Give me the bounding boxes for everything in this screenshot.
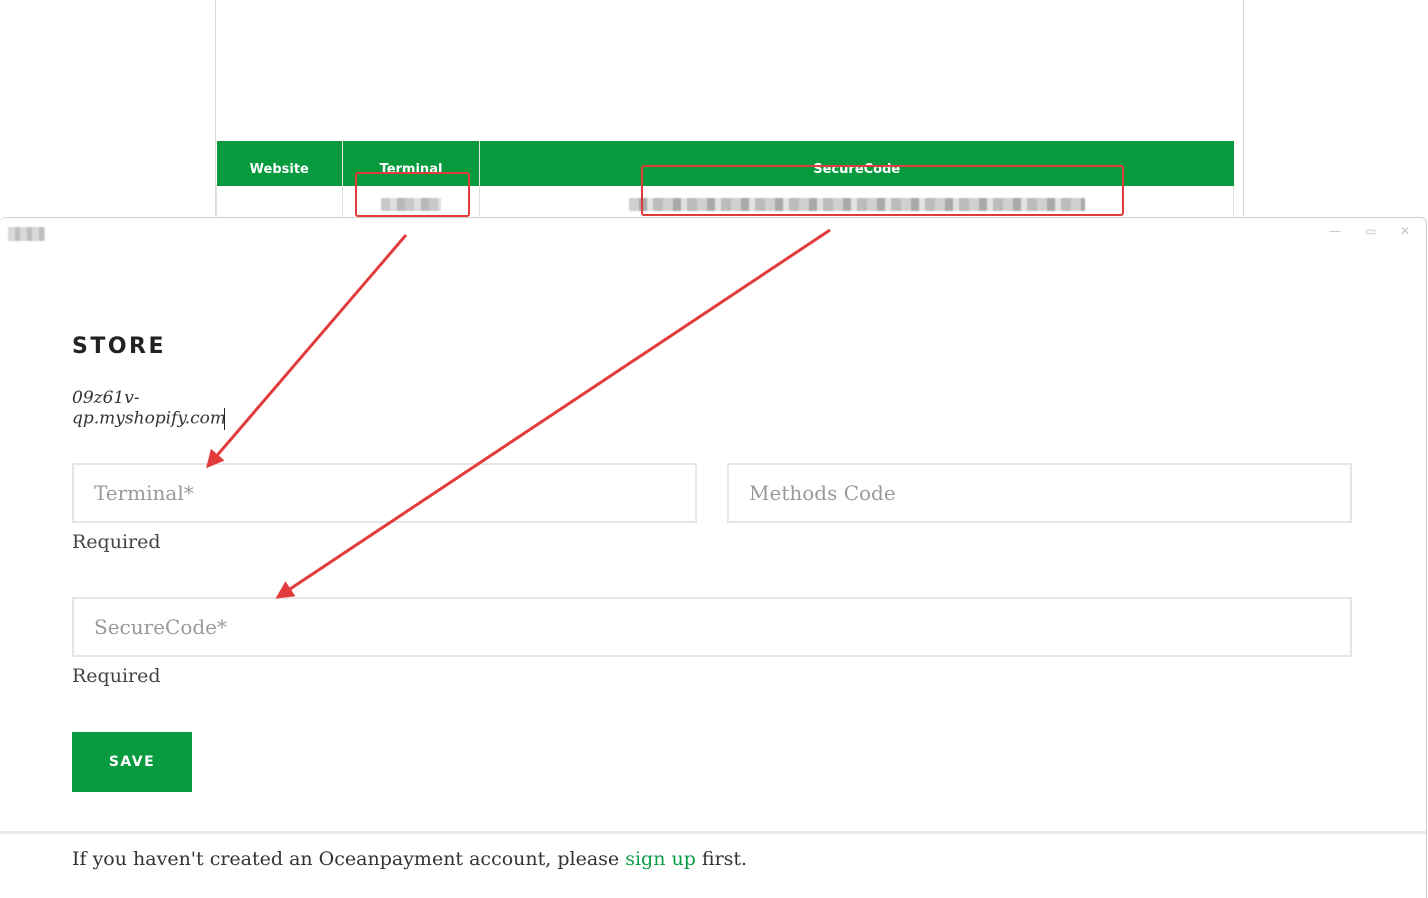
text-cursor (224, 408, 226, 430)
minimize-icon[interactable]: — (1329, 224, 1341, 238)
terminal-input[interactable] (72, 463, 697, 523)
maximize-icon[interactable]: ▭ (1365, 224, 1376, 238)
terminal-highlight-box (355, 172, 470, 217)
securecode-highlight-box (641, 165, 1124, 216)
footer-divider (0, 831, 1426, 834)
section-title: STORE (72, 334, 167, 359)
sign-up-link[interactable]: sign up (625, 848, 696, 870)
securecode-input[interactable] (72, 597, 1352, 657)
store-settings-modal: — ▭ ✕ STORE 09z61v-qp.myshopify.com Requ… (0, 217, 1427, 898)
signup-prompt-prefix: If you haven't created an Oceanpayment a… (72, 848, 626, 870)
methods-code-input[interactable] (727, 463, 1352, 523)
terminal-required-hint: Required (72, 531, 161, 553)
securecode-required-hint: Required (72, 665, 161, 687)
redacted-window-title (8, 227, 45, 241)
signup-prompt: If you haven't created an Oceanpayment a… (72, 848, 747, 870)
column-header-website: Website (216, 141, 343, 186)
store-domain: 09z61v-qp.myshopify.com (72, 388, 293, 430)
store-domain-text: 09z61v-qp.myshopify.com (72, 388, 227, 429)
close-icon[interactable]: ✕ (1400, 224, 1410, 238)
save-button[interactable]: SAVE (72, 732, 192, 792)
signup-prompt-suffix: first. (695, 848, 748, 870)
